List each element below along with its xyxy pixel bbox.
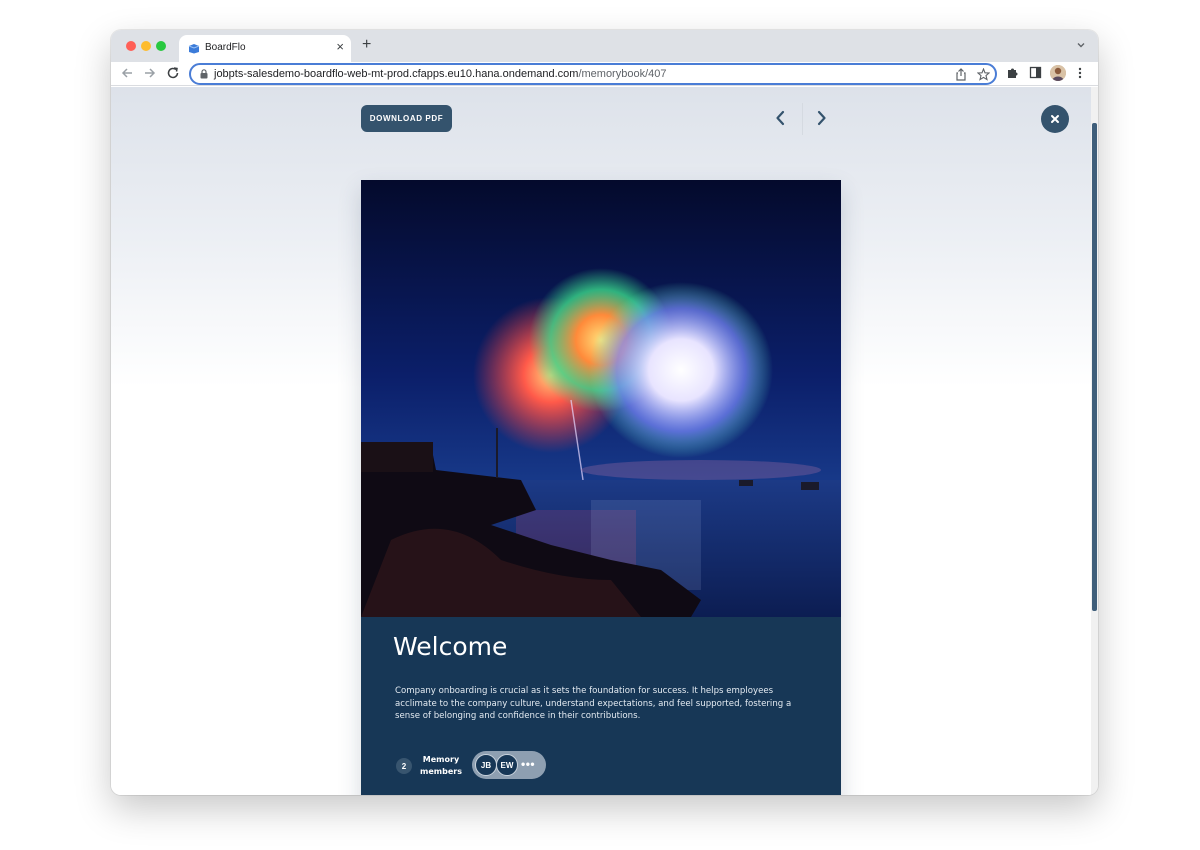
tab-title: BoardFlo bbox=[205, 42, 246, 53]
members-avatars[interactable]: JB EW ••• bbox=[472, 751, 546, 779]
download-pdf-button[interactable]: DOWNLOAD PDF bbox=[361, 105, 452, 132]
scrollbar[interactable] bbox=[1091, 87, 1098, 795]
members-count-badge: 2 bbox=[396, 758, 412, 774]
url-path: /memorybook/407 bbox=[578, 68, 667, 80]
browser-window: BoardFlo × + jobpts-salesdemo-boardflo-w… bbox=[111, 30, 1098, 795]
minimize-window-button[interactable] bbox=[141, 41, 151, 51]
fireworks-photo bbox=[361, 180, 841, 617]
pager-divider bbox=[802, 103, 803, 135]
scrollbar-thumb[interactable] bbox=[1092, 123, 1097, 611]
new-tab-button[interactable]: + bbox=[362, 37, 371, 53]
previous-page-button[interactable] bbox=[771, 108, 791, 128]
tab-strip: BoardFlo × + bbox=[111, 30, 1098, 62]
next-page-button[interactable] bbox=[811, 108, 831, 128]
avatar[interactable]: JB bbox=[475, 754, 497, 776]
tab-close-icon[interactable]: × bbox=[336, 40, 344, 54]
url-text: jobpts-salesdemo-boardflo-web-mt-prod.cf… bbox=[214, 68, 666, 80]
close-icon bbox=[1051, 115, 1059, 123]
card-body: Welcome Company onboarding is crucial as… bbox=[361, 617, 841, 795]
card-description: Company onboarding is crucial as it sets… bbox=[395, 686, 792, 722]
close-memorybook-button[interactable] bbox=[1041, 105, 1069, 133]
browser-tab[interactable]: BoardFlo × bbox=[179, 35, 351, 62]
url-host: jobpts-salesdemo-boardflo-web-mt-prod.cf… bbox=[214, 68, 579, 80]
back-arrow-icon[interactable] bbox=[120, 66, 134, 80]
avatar[interactable]: EW bbox=[496, 754, 518, 776]
browser-toolbar: jobpts-salesdemo-boardflo-web-mt-prod.cf… bbox=[111, 62, 1098, 86]
members-label: Memory members bbox=[420, 755, 462, 776]
share-icon[interactable] bbox=[955, 68, 967, 81]
side-panel-icon[interactable] bbox=[1029, 66, 1042, 79]
bookmark-star-icon[interactable] bbox=[977, 68, 990, 81]
more-members-icon[interactable]: ••• bbox=[521, 758, 535, 770]
reload-icon[interactable] bbox=[166, 66, 180, 80]
profile-photo-icon bbox=[1050, 65, 1066, 81]
memory-card: Welcome Company onboarding is crucial as… bbox=[361, 180, 841, 795]
page-content: DOWNLOAD PDF Welcome Company onboarding … bbox=[111, 87, 1091, 795]
more-menu-icon[interactable] bbox=[1077, 66, 1083, 80]
boardflo-favicon-icon bbox=[188, 44, 200, 54]
lock-icon[interactable] bbox=[200, 69, 208, 79]
profile-avatar[interactable] bbox=[1050, 65, 1066, 81]
card-title: Welcome bbox=[393, 632, 508, 661]
forward-arrow-icon[interactable] bbox=[143, 66, 157, 80]
tab-search-chevron-icon[interactable] bbox=[1076, 40, 1086, 50]
maximize-window-button[interactable] bbox=[156, 41, 166, 51]
address-bar[interactable]: jobpts-salesdemo-boardflo-web-mt-prod.cf… bbox=[189, 63, 997, 85]
extensions-puzzle-icon[interactable] bbox=[1006, 66, 1019, 79]
close-window-button[interactable] bbox=[126, 41, 136, 51]
